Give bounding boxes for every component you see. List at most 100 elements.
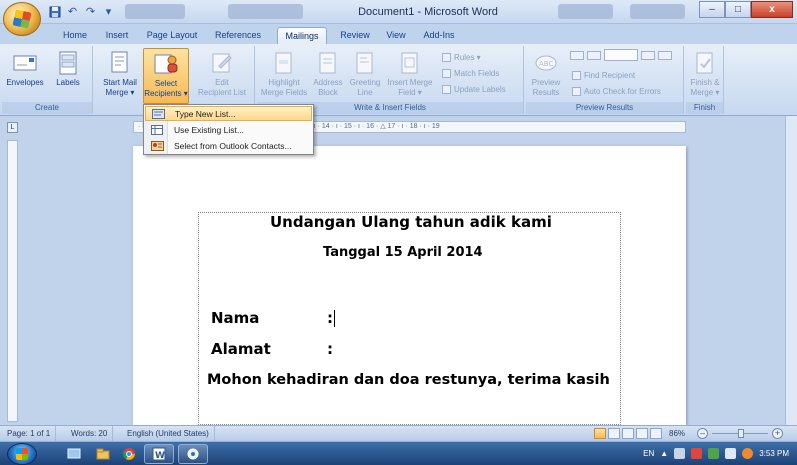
show-hidden-icons[interactable]: ▲ — [660, 449, 668, 458]
finish-merge-button[interactable]: Finish & Merge ▾ — [687, 50, 723, 98]
tray-flag-icon[interactable] — [691, 448, 703, 459]
menu-item-select-outlook-contacts[interactable]: Select from Outlook Contacts... — [145, 138, 312, 153]
draft-view-button[interactable] — [650, 428, 662, 439]
labels-button[interactable]: Labels — [48, 50, 88, 88]
vertical-ruler[interactable] — [7, 140, 18, 422]
show-desktop-icon[interactable] — [62, 444, 86, 464]
web-layout-view-button[interactable] — [622, 428, 634, 439]
outline-view-button[interactable] — [636, 428, 648, 439]
tab-selector-button[interactable]: L — [7, 122, 18, 133]
page-count[interactable]: Page: 1 of 1 — [2, 426, 57, 441]
next-record-icon[interactable] — [641, 50, 655, 60]
new-list-icon — [151, 108, 165, 119]
print-layout-view-button[interactable] — [594, 428, 606, 439]
tray-monitor-icon[interactable] — [725, 448, 737, 459]
mail-merge-icon — [107, 50, 133, 76]
tab-page-layout[interactable]: Page Layout — [142, 27, 202, 44]
zoom-level[interactable]: 86% — [664, 426, 690, 441]
chrome-icon[interactable] — [117, 444, 141, 464]
tab-add-ins[interactable]: Add-Ins — [417, 27, 461, 44]
insert-merge-field-icon — [397, 50, 423, 76]
select-recipients-icon — [153, 51, 179, 77]
svg-text:ABC: ABC — [539, 60, 553, 68]
tray-network-icon[interactable] — [708, 448, 720, 459]
highlight-merge-fields-button[interactable]: Highlight Merge Fields — [259, 50, 309, 98]
tab-review[interactable]: Review — [334, 27, 376, 44]
greeting-line-button[interactable]: Greeting Line — [346, 50, 384, 98]
zoom-slider-knob[interactable] — [738, 429, 744, 438]
finish-merge-label-2: Merge ▾ — [690, 88, 720, 97]
start-button[interactable] — [7, 443, 37, 465]
save-icon[interactable] — [48, 5, 61, 18]
colon-nama: : — [327, 309, 335, 327]
clock[interactable]: 3:53 PM — [759, 449, 789, 458]
start-mail-merge-button[interactable]: Start Mail Merge ▾ — [99, 50, 141, 98]
undo-icon[interactable]: ↶ — [66, 5, 79, 18]
record-number-field[interactable] — [604, 49, 638, 61]
status-bar: Page: 1 of 1 Words: 20 English (United S… — [0, 425, 797, 441]
menu-item-type-new-list[interactable]: Type New List... — [145, 106, 312, 121]
customize-toolbar-icon[interactable]: ▾ — [102, 5, 115, 18]
word-taskbar-button[interactable]: W — [144, 444, 174, 464]
word-count[interactable]: Words: 20 — [66, 426, 114, 441]
tab-mailings[interactable]: Mailings — [277, 27, 327, 44]
find-recipient-icon — [572, 71, 581, 80]
invitation-text-box[interactable] — [198, 212, 621, 425]
address-block-button[interactable]: Address Block — [311, 50, 345, 98]
record-navigation — [570, 49, 672, 61]
envelope-icon — [12, 50, 38, 76]
preview-results-label-2: Results — [532, 88, 560, 97]
select-recipients-button[interactable]: Select Recipients ▾ — [143, 48, 189, 104]
maximize-button[interactable]: □ — [725, 1, 751, 18]
language-indicator[interactable]: English (United States) — [122, 426, 215, 441]
office-button[interactable] — [3, 2, 41, 36]
auto-check-errors-button[interactable]: Auto Check for Errors — [572, 86, 661, 97]
labels-label: Labels — [56, 78, 80, 87]
invitation-heading: Undangan Ulang tahun adik kami — [270, 213, 552, 231]
greeting-line-label-2: Line — [357, 88, 373, 97]
volume-icon[interactable] — [742, 448, 754, 459]
redo-icon[interactable]: ↷ — [84, 5, 97, 18]
insert-merge-field-label-1: Insert Merge — [387, 78, 433, 87]
minimize-button[interactable]: – — [699, 1, 725, 18]
preview-results-button[interactable]: ABC Preview Results — [528, 50, 564, 98]
address-block-label-2: Block — [318, 88, 338, 97]
insert-merge-field-label-2: Field ▾ — [398, 88, 422, 97]
find-recipient-button[interactable]: Find Recipient — [572, 70, 635, 81]
match-fields-button[interactable]: Match Fields — [442, 68, 499, 79]
group-label-create: Create — [2, 102, 92, 114]
previous-record-icon[interactable] — [587, 50, 601, 60]
title-bar: ↶ ↷ ▾ Document1 - Microsoft Word – □ x — [0, 0, 797, 24]
tab-references[interactable]: References — [208, 27, 268, 44]
menu-item-label: Use Existing List... — [174, 124, 244, 135]
finish-merge-label-1: Finish & — [690, 78, 720, 87]
vertical-scrollbar[interactable] — [785, 116, 797, 425]
blurred-title-region — [228, 4, 303, 19]
file-explorer-icon[interactable] — [91, 444, 115, 464]
greeting-line-icon — [352, 50, 378, 76]
update-labels-icon — [442, 85, 451, 94]
start-mail-merge-label-2: Merge ▾ — [105, 88, 135, 97]
group-preview-results: ABC Preview Results Find Recipient Auto … — [526, 46, 684, 114]
rules-button[interactable]: Rules ▾ — [442, 52, 481, 63]
last-record-icon[interactable] — [658, 50, 672, 60]
tab-home[interactable]: Home — [55, 27, 95, 44]
tray-app-icon[interactable] — [674, 448, 686, 459]
insert-merge-field-button[interactable]: Insert Merge Field ▾ — [385, 50, 435, 98]
menu-item-use-existing-list[interactable]: Use Existing List... — [145, 122, 312, 137]
envelopes-button[interactable]: Envelopes — [4, 50, 46, 88]
menu-item-label: Type New List... — [175, 108, 236, 119]
close-button[interactable]: x — [751, 1, 793, 18]
input-language[interactable]: EN — [643, 449, 654, 458]
edit-recipient-list-button[interactable]: Edit Recipient List — [193, 50, 251, 98]
zoom-in-button[interactable]: + — [772, 428, 783, 439]
app-taskbar-button[interactable] — [178, 444, 208, 464]
tab-insert[interactable]: Insert — [98, 27, 136, 44]
update-labels-button[interactable]: Update Labels — [442, 84, 506, 95]
tab-view[interactable]: View — [381, 27, 411, 44]
full-screen-view-button[interactable] — [608, 428, 620, 439]
find-recipient-label: Find Recipient — [584, 71, 636, 80]
ribbon: Envelopes Labels Create Start Mail Merge… — [0, 44, 797, 116]
zoom-out-button[interactable]: – — [697, 428, 708, 439]
first-record-icon[interactable] — [570, 50, 584, 60]
